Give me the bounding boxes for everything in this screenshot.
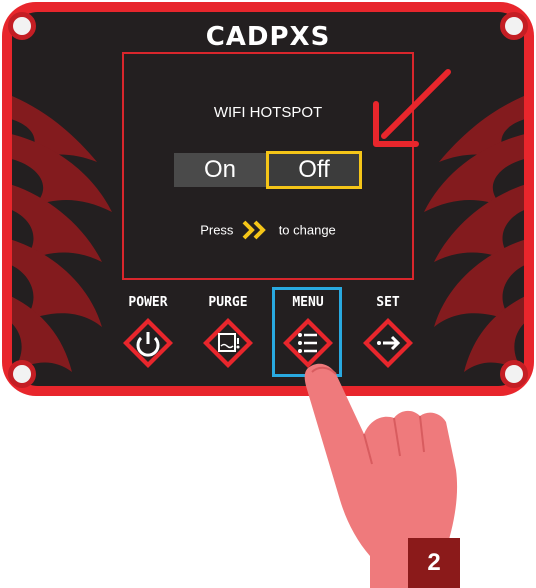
double-chevron-right-icon: [242, 220, 266, 240]
screw-bottom-right: [500, 360, 528, 388]
power-label: POWER: [128, 295, 168, 310]
power-button[interactable]: [121, 316, 175, 370]
hint-prefix: Press: [200, 222, 234, 238]
screw-bottom-left: [8, 360, 36, 388]
step-badge: 2: [408, 538, 460, 588]
purge-label: PURGE: [208, 295, 248, 310]
change-hint: Press to change: [124, 220, 412, 240]
hint-suffix: to change: [278, 222, 336, 238]
purge-button[interactable]: [201, 316, 255, 370]
control-panel: CADPXS WIFI HOTSPOT On Off Press to chan…: [2, 2, 534, 396]
option-on[interactable]: On: [174, 153, 266, 187]
set-label: SET: [376, 295, 400, 310]
pointer-arrow-icon: [373, 69, 451, 147]
brand-logo: CADPXS: [205, 22, 331, 52]
option-off-selected[interactable]: Off: [266, 151, 362, 189]
